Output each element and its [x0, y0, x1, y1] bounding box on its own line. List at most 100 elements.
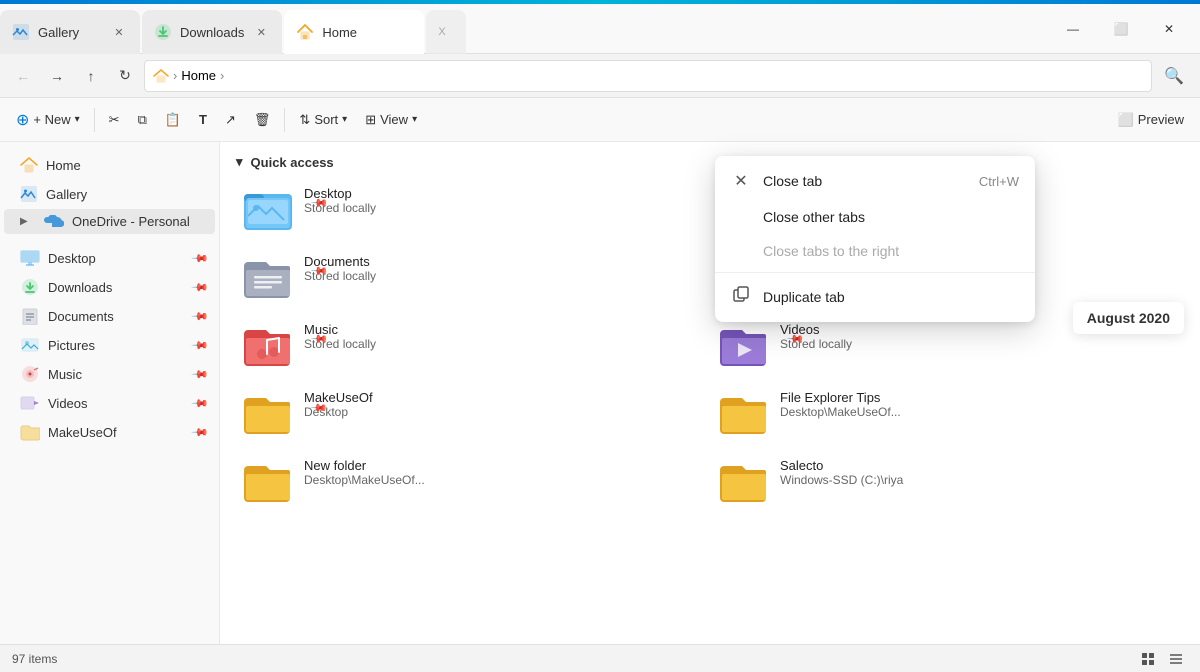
- folder-item-desktop[interactable]: Desktop Stored locally 📌: [236, 178, 708, 242]
- view-controls: [1136, 648, 1188, 670]
- file-explorer-tips-folder-info: File Explorer Tips Desktop\MakeUseOf...: [780, 390, 901, 419]
- tab-extra[interactable]: X: [426, 10, 466, 54]
- desktop-folder-icon: [244, 186, 292, 234]
- cut-button[interactable]: ✂: [101, 104, 128, 136]
- up-button[interactable]: ↑: [76, 61, 106, 91]
- tab-gallery-close[interactable]: ✕: [110, 23, 128, 41]
- close-tab-icon: ✕: [731, 171, 751, 191]
- grid-view-button[interactable]: [1136, 648, 1160, 670]
- preview-icon: ⬜: [1118, 112, 1134, 128]
- list-view-icon: [1169, 652, 1183, 666]
- view-button[interactable]: ⊞ View ▾: [357, 104, 425, 136]
- music-folder-info: Music Stored locally 📌: [304, 322, 376, 366]
- folder-item-music[interactable]: Music Stored locally 📌: [236, 314, 708, 378]
- paste-button[interactable]: 📋: [157, 104, 189, 136]
- new-folder-icon: [244, 458, 292, 506]
- content-area: ▾ Quick access Desktop Stored locally 📌: [220, 142, 1200, 644]
- pin-icon-pictures: 📌: [191, 336, 210, 355]
- sort-button[interactable]: ⇅ Sort ▾: [291, 104, 355, 136]
- home-sidebar-icon: [20, 156, 38, 174]
- makeuseof-folder-info: MakeUseOf Desktop 📌: [304, 390, 373, 434]
- sidebar-item-home[interactable]: Home: [4, 151, 215, 179]
- desktop-sidebar-icon: [20, 249, 40, 267]
- breadcrumb-home: Home: [181, 68, 216, 83]
- sidebar-item-onedrive[interactable]: ▶ OneDrive - Personal: [4, 209, 215, 234]
- sidebar-makeuseof-label: MakeUseOf: [48, 425, 117, 440]
- sidebar-item-pictures[interactable]: Pictures 📌: [4, 331, 215, 359]
- sidebar-item-gallery[interactable]: Gallery: [4, 180, 215, 208]
- menu-item-duplicate-tab[interactable]: Duplicate tab: [715, 277, 1035, 316]
- toolbar: ⊕ + New ▾ ✂ ⧉ 📋 T ↗ 🗑 ⇅ Sort ▾ ⊞ View ▾ …: [0, 98, 1200, 142]
- paste-icon: 📋: [165, 112, 181, 128]
- tab-downloads-close[interactable]: ✕: [252, 23, 270, 41]
- close-tab-shortcut: Ctrl+W: [979, 174, 1019, 189]
- sort-icon: ⇅: [299, 112, 310, 128]
- quick-access-header[interactable]: ▾ Quick access: [236, 142, 1184, 178]
- tab-bar: Gallery ✕ Downloads ✕ Home X: [0, 4, 1042, 53]
- breadcrumb[interactable]: › Home ›: [144, 60, 1152, 92]
- downloads-sidebar-icon: [20, 278, 40, 296]
- pictures-sidebar-icon: [20, 336, 40, 354]
- videos-sidebar-icon: [20, 394, 40, 412]
- sidebar-documents-label: Documents: [48, 309, 114, 324]
- duplicate-tab-label: Duplicate tab: [763, 289, 845, 305]
- menu-item-close-tab[interactable]: ✕ Close tab Ctrl+W: [715, 162, 1035, 200]
- salecto-folder-icon: [720, 458, 768, 506]
- minimize-button[interactable]: —: [1050, 13, 1096, 45]
- sidebar-downloads-label: Downloads: [48, 280, 112, 295]
- share-button[interactable]: ↗: [217, 104, 244, 136]
- sidebar-home-label: Home: [46, 158, 81, 173]
- list-view-button[interactable]: [1164, 648, 1188, 670]
- delete-button[interactable]: 🗑: [246, 104, 279, 136]
- sidebar-item-music[interactable]: Music 📌: [4, 360, 215, 388]
- minimize-icon: —: [1067, 22, 1079, 36]
- tab-gallery-label: Gallery: [38, 25, 79, 40]
- sidebar-item-documents[interactable]: Documents 📌: [4, 302, 215, 330]
- folder-item-file-explorer-tips[interactable]: File Explorer Tips Desktop\MakeUseOf...: [712, 382, 1184, 446]
- back-button[interactable]: ←: [8, 61, 38, 91]
- forward-button[interactable]: →: [42, 61, 72, 91]
- sidebar-item-makeuseof[interactable]: MakeUseOf 📌: [4, 418, 215, 446]
- folder-item-salecto[interactable]: Salecto Windows-SSD (C:)\riya: [712, 450, 1184, 514]
- folder-item-new-folder[interactable]: New folder Desktop\MakeUseOf...: [236, 450, 708, 514]
- rename-button[interactable]: T: [191, 104, 215, 136]
- delete-icon: 🗑: [254, 112, 271, 128]
- quick-access-grid: Desktop Stored locally 📌 Downloads Store…: [236, 178, 1184, 530]
- tab-home[interactable]: Home: [284, 10, 424, 54]
- preview-label: Preview: [1138, 112, 1184, 127]
- folder-sidebar-icon: [20, 423, 40, 441]
- copy-button[interactable]: ⧉: [130, 104, 155, 136]
- window-controls: — ⬜ ✕: [1042, 4, 1200, 53]
- folder-item-documents[interactable]: Documents Stored locally 📌: [236, 246, 708, 310]
- search-button[interactable]: 🔍: [1156, 60, 1192, 92]
- duplicate-tab-icon: [731, 286, 751, 307]
- tab-gallery[interactable]: Gallery ✕: [0, 10, 140, 54]
- toolbar-sep-1: [94, 108, 95, 132]
- section-title: Quick access: [251, 155, 334, 170]
- menu-divider-1: [715, 272, 1035, 273]
- refresh-button[interactable]: ↻: [110, 61, 140, 91]
- toolbar-sep-2: [284, 108, 285, 132]
- tab-downloads[interactable]: Downloads ✕: [142, 10, 282, 54]
- new-button[interactable]: ⊕ + New ▾: [8, 104, 88, 136]
- sidebar-item-desktop[interactable]: Desktop 📌: [4, 244, 215, 272]
- makeuseof-folder-icon: [244, 390, 292, 438]
- pin-icon-documents: 📌: [191, 307, 210, 326]
- close-button[interactable]: ✕: [1146, 13, 1192, 45]
- sidebar-music-label: Music: [48, 367, 82, 382]
- pin-icon-desktop: 📌: [191, 249, 210, 268]
- context-menu: ✕ Close tab Ctrl+W Close other tabs Clos…: [715, 156, 1035, 322]
- new-folder-name: New folder: [304, 458, 425, 473]
- pin-icon-downloads: 📌: [191, 278, 210, 297]
- sidebar-item-downloads[interactable]: Downloads 📌: [4, 273, 215, 301]
- tab-downloads-label: Downloads: [180, 25, 244, 40]
- sidebar-item-videos[interactable]: Videos 📌: [4, 389, 215, 417]
- share-icon: ↗: [225, 112, 236, 128]
- view-chevron: ▾: [412, 114, 417, 125]
- close-icon: ✕: [1164, 22, 1174, 36]
- preview-button[interactable]: ⬜ Preview: [1110, 104, 1192, 136]
- documents-folder-info: Documents Stored locally 📌: [304, 254, 376, 298]
- maximize-button[interactable]: ⬜: [1098, 13, 1144, 45]
- folder-item-makeuseof[interactable]: MakeUseOf Desktop 📌: [236, 382, 708, 446]
- menu-item-close-other-tabs[interactable]: Close other tabs: [715, 200, 1035, 234]
